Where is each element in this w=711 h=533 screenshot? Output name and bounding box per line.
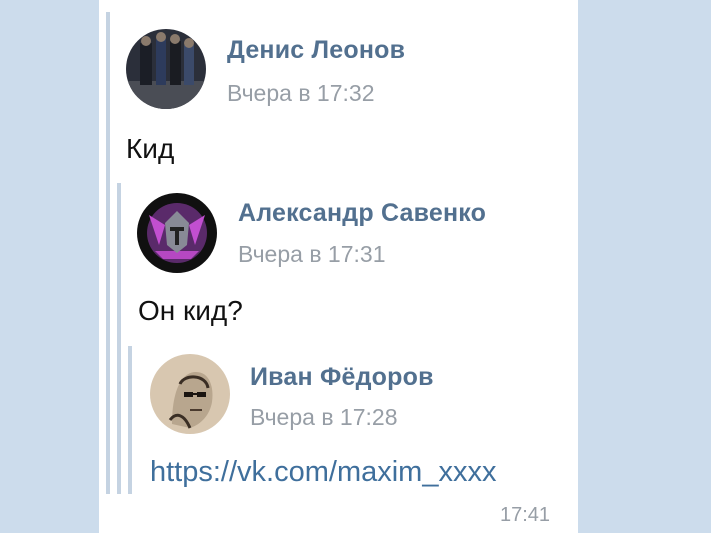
quote-bar-level-2 (117, 183, 121, 494)
group-photo-avatar[interactable] (126, 29, 206, 109)
quote-timestamp: Вчера в 17:28 (250, 404, 398, 430)
quote-author-name[interactable]: Денис Леонов (227, 36, 405, 65)
profile-link[interactable]: https://vk.com/maxim_xxxx (150, 456, 496, 489)
quote-text: Он кид? (138, 295, 243, 326)
quote-text: Кид (126, 133, 175, 164)
quote-timestamp: Вчера в 17:32 (227, 80, 375, 106)
quote-author-name[interactable]: Иван Фёдоров (250, 363, 434, 392)
knight-helmet-emblem-avatar[interactable] (137, 193, 217, 273)
quote-author-name[interactable]: Александр Савенко (238, 199, 486, 228)
quote-bar-level-1 (106, 12, 110, 494)
quote-timestamp: Вчера в 17:31 (238, 241, 386, 267)
message-timestamp: 17:41 (500, 504, 551, 526)
sketch-portrait-avatar[interactable] (150, 354, 230, 434)
quote-bar-level-3 (128, 346, 132, 494)
